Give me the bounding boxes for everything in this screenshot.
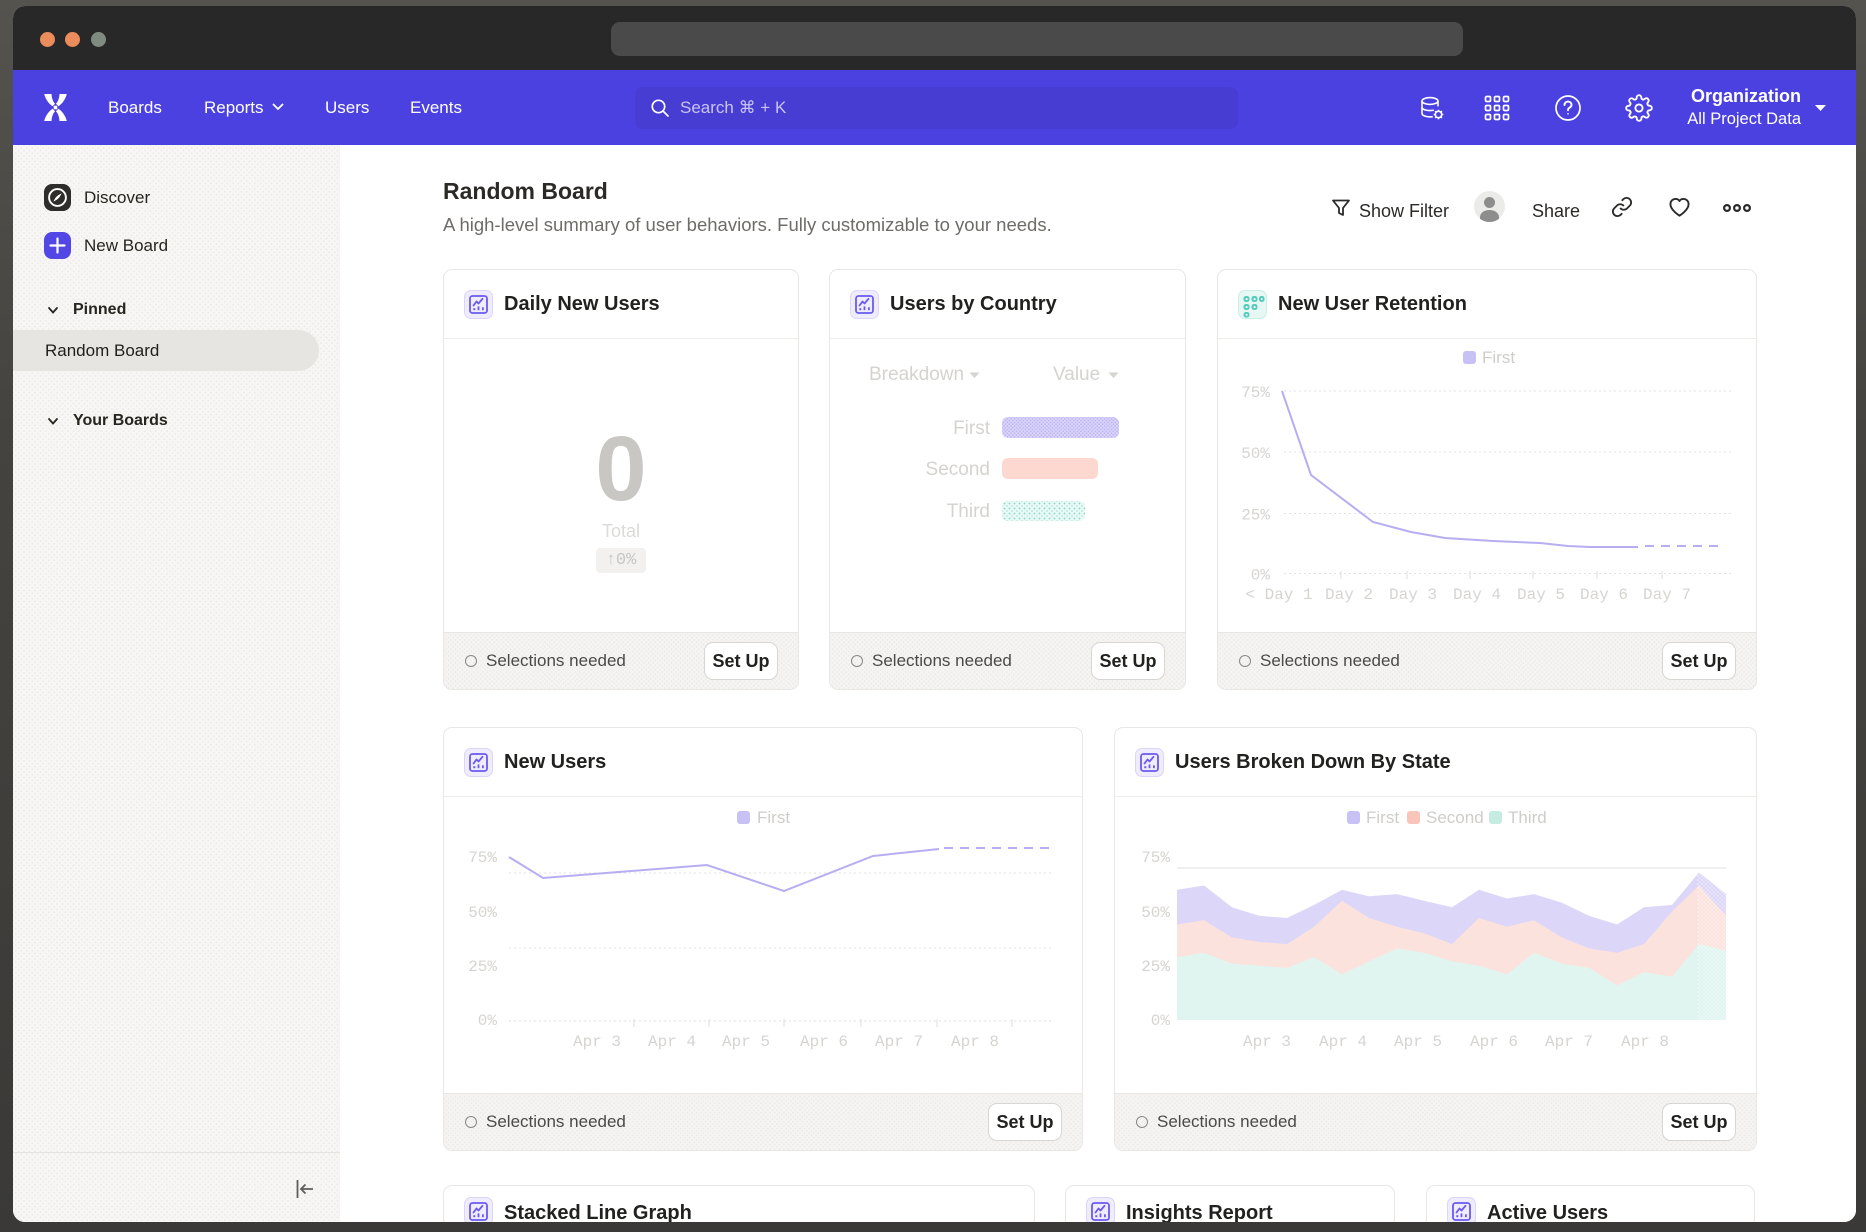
svg-text:75%: 75% <box>468 849 497 867</box>
svg-text:Apr 4: Apr 4 <box>648 1033 696 1051</box>
svg-text:Apr 5: Apr 5 <box>1394 1033 1442 1051</box>
svg-text:Apr 3: Apr 3 <box>573 1033 621 1051</box>
svg-text:75%: 75% <box>1141 849 1170 867</box>
svg-text:First: First <box>1482 348 1515 367</box>
svg-text:First: First <box>757 808 790 827</box>
svg-text:Apr 4: Apr 4 <box>1319 1033 1367 1051</box>
svg-text:0%: 0% <box>1151 1012 1171 1030</box>
svg-text:Day 6: Day 6 <box>1580 586 1628 604</box>
svg-text:Apr 6: Apr 6 <box>800 1033 848 1051</box>
svg-text:Second: Second <box>1426 808 1484 827</box>
svg-text:Day 3: Day 3 <box>1389 586 1437 604</box>
svg-text:25%: 25% <box>468 958 497 976</box>
svg-text:First: First <box>1366 808 1399 827</box>
svg-text:50%: 50% <box>468 904 497 922</box>
svg-text:Apr 8: Apr 8 <box>1621 1033 1669 1051</box>
svg-text:50%: 50% <box>1241 445 1270 463</box>
svg-text:Day 5: Day 5 <box>1517 586 1565 604</box>
svg-text:0%: 0% <box>478 1012 498 1030</box>
svg-text:Third: Third <box>1508 808 1547 827</box>
svg-text:Apr 6: Apr 6 <box>1470 1033 1518 1051</box>
svg-text:Day 2: Day 2 <box>1325 586 1373 604</box>
svg-text:Apr 7: Apr 7 <box>1545 1033 1593 1051</box>
svg-text:50%: 50% <box>1141 904 1170 922</box>
svg-text:Apr 5: Apr 5 <box>722 1033 770 1051</box>
svg-text:< Day 1: < Day 1 <box>1245 586 1312 604</box>
svg-text:Day 7: Day 7 <box>1643 586 1691 604</box>
svg-text:Day 4: Day 4 <box>1453 586 1501 604</box>
svg-text:0%: 0% <box>1251 567 1271 585</box>
svg-text:Apr 7: Apr 7 <box>875 1033 923 1051</box>
svg-text:25%: 25% <box>1241 507 1270 525</box>
svg-text:Apr 8: Apr 8 <box>951 1033 999 1051</box>
svg-text:75%: 75% <box>1241 384 1270 402</box>
svg-text:Apr 3: Apr 3 <box>1243 1033 1291 1051</box>
svg-text:25%: 25% <box>1141 958 1170 976</box>
